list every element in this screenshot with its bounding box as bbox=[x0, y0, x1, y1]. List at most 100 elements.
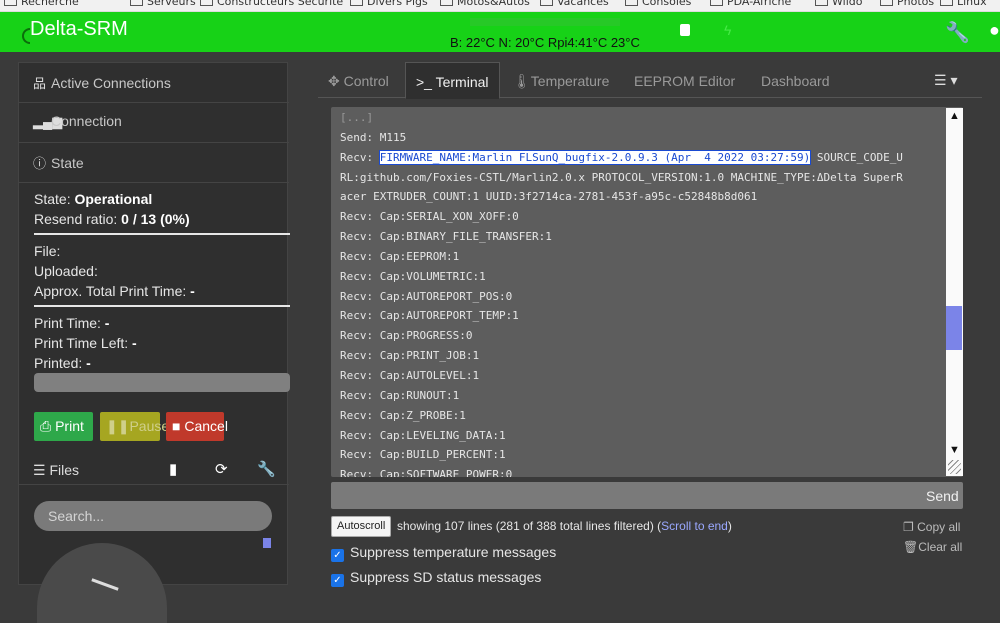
pause-icon: ❚❚ bbox=[106, 418, 130, 434]
brand-logo-icon bbox=[22, 28, 30, 44]
sidebar-item-state[interactable]: ⓘ State bbox=[19, 143, 289, 183]
files-search-input[interactable] bbox=[34, 501, 272, 531]
bookmark-item[interactable]: Divers Pigs bbox=[350, 0, 428, 8]
tab-terminal[interactable]: >_ Terminal bbox=[405, 62, 500, 99]
terminal-line-rest: SOURCE_CODE_U bbox=[810, 150, 903, 164]
approx-time-row: Approx. Total Print Time: - bbox=[34, 283, 195, 299]
terminal-line: Recv: Cap:BUILD_PERCENT:1 bbox=[340, 448, 506, 462]
terminal-line: Recv: Cap:PRINT_JOB:1 bbox=[340, 349, 480, 363]
sidebar-item-active-connections[interactable]: 品 Active Connections bbox=[19, 63, 289, 103]
trash-icon: 🗑 bbox=[903, 540, 919, 554]
tab-label: Control bbox=[343, 73, 389, 89]
terminal-line: [...] bbox=[340, 111, 374, 124]
clear-all-link[interactable]: 🗑Clear all bbox=[903, 540, 962, 554]
command-input[interactable] bbox=[331, 482, 963, 509]
print-icon: ⎙ bbox=[40, 418, 52, 434]
bookmark-item[interactable]: Constructeurs Sécurité bbox=[200, 0, 343, 8]
terminal-icon: >_ bbox=[416, 74, 432, 90]
printed-row: Printed: - bbox=[34, 355, 91, 371]
terminal-line: Recv: Cap:PROGRESS:0 bbox=[340, 329, 473, 343]
bookmark-item[interactable]: Vacances bbox=[540, 0, 609, 8]
bookmark-item[interactable]: Photos bbox=[880, 0, 934, 8]
settings-wrench-icon[interactable]: 🔧 bbox=[945, 20, 970, 45]
tab-label: EEPROM Editor bbox=[634, 73, 736, 89]
bookmark-item[interactable]: PDA-Afriche bbox=[710, 0, 791, 8]
terminal-line: Send: M115 bbox=[340, 130, 407, 144]
sd-card-icon[interactable]: ▮ bbox=[169, 460, 177, 478]
resend-row: Resend ratio: 0 / 13 (0%) bbox=[34, 211, 190, 227]
print-time-left-label: Print Time Left: bbox=[34, 335, 129, 351]
state-value: Operational bbox=[74, 191, 153, 207]
terminal-line: Recv: FIRMWARE_NAME:Marlin FLSunQ_bugfix… bbox=[340, 148, 945, 168]
bookmark-item[interactable]: Serveurs bbox=[130, 0, 196, 8]
checkbox-checked-icon[interactable]: ✓ bbox=[331, 574, 344, 587]
info-circle-icon: ⓘ bbox=[33, 156, 47, 171]
sidebar-item-label: Active Connections bbox=[51, 75, 171, 91]
bookmark-item[interactable]: Motos&Autos bbox=[440, 0, 530, 8]
print-button[interactable]: ⎙ Print bbox=[34, 412, 93, 441]
cancel-button-label: Cancel bbox=[184, 418, 228, 434]
files-title[interactable]: ☰ Files bbox=[33, 462, 79, 479]
tab-temperature[interactable]: 🌡Temperature bbox=[503, 62, 619, 99]
files-header: ☰ Files ▮ ⟳ 🔧 bbox=[19, 453, 289, 485]
print-time-row: Print Time: - bbox=[34, 315, 109, 331]
scrollbar-thumb[interactable] bbox=[946, 306, 962, 350]
print-time-left-row: Print Time Left: - bbox=[34, 335, 137, 351]
sitemap-icon: 品 bbox=[33, 76, 47, 91]
bookmarks-bar: Recherche Serveurs Constructeurs Sécurit… bbox=[0, 0, 1000, 12]
bookmark-item[interactable]: Consoles bbox=[625, 0, 691, 8]
print-time-left-value: - bbox=[132, 335, 137, 351]
terminal-line-prefix: Recv: bbox=[340, 150, 380, 164]
lines-status-end: ) bbox=[727, 519, 732, 533]
terminal-output[interactable]: [...] Send: M115 Recv: FIRMWARE_NAME:Marli… bbox=[331, 107, 963, 477]
scroll-down-icon[interactable]: ▼ bbox=[946, 444, 963, 456]
user-icon[interactable]: ● bbox=[989, 20, 1000, 41]
arrows-icon: ✥ bbox=[328, 73, 340, 89]
print-time-value: - bbox=[104, 315, 110, 331]
sidebar: 品 Active Connections ▂▄▆Connection ⓘ State… bbox=[18, 62, 290, 623]
pause-button[interactable]: ❚❚Pause bbox=[100, 412, 169, 441]
suppress-sd-checkbox[interactable]: ✓ Suppress SD status messages bbox=[331, 569, 541, 587]
resend-label: Resend ratio: bbox=[34, 211, 118, 227]
bookmark-item[interactable]: Linux bbox=[940, 0, 987, 8]
pause-button-label: Pause bbox=[129, 418, 170, 434]
copy-icon: ❐ bbox=[903, 520, 914, 534]
terminal-line: Recv: Cap:AUTOREPORT_TEMP:1 bbox=[340, 309, 519, 323]
approx-time-label: Approx. Total Print Time: bbox=[34, 283, 187, 299]
brand-title[interactable]: Delta-SRM bbox=[30, 18, 128, 41]
tab-eeprom-editor[interactable]: EEPROM Editor bbox=[624, 62, 745, 99]
send-button[interactable]: Send bbox=[926, 488, 959, 504]
state-label: State: bbox=[34, 191, 71, 207]
sidebar-item-connection[interactable]: ▂▄▆Connection bbox=[19, 103, 289, 143]
scroll-up-icon[interactable]: ▲ bbox=[946, 110, 963, 122]
scroll-to-end-link[interactable]: Scroll to end bbox=[661, 519, 728, 533]
sidebar-item-label: Connection bbox=[51, 113, 122, 129]
clear-all-label: Clear all bbox=[918, 540, 963, 554]
wrench-icon[interactable]: 🔧 bbox=[257, 460, 276, 478]
printed-value: - bbox=[86, 355, 91, 371]
resize-handle-icon[interactable] bbox=[948, 460, 961, 474]
bookmark-item[interactable]: Recherche bbox=[4, 0, 79, 8]
terminal-line: Recv: Cap:AUTOREPORT_POS:0 bbox=[340, 289, 513, 303]
tab-control[interactable]: ✥ Control bbox=[318, 62, 399, 99]
raspberry-pi-icon bbox=[680, 24, 690, 36]
selected-text[interactable]: FIRMWARE_NAME:Marlin FLSunQ_bugfix-2.0.9… bbox=[378, 149, 812, 165]
bookmark-item[interactable]: Wiido bbox=[815, 0, 862, 8]
refresh-icon[interactable]: ⟳ bbox=[215, 460, 228, 478]
checkbox-checked-icon[interactable]: ✓ bbox=[331, 549, 344, 562]
terminal-line: Recv: Cap:SOFTWARE_POWER:0 bbox=[340, 468, 513, 477]
list-icon: ☰ bbox=[33, 462, 46, 478]
resend-value: 0 / 13 (0%) bbox=[121, 211, 190, 227]
terminal-scrollbar[interactable]: ▲ ▼ bbox=[946, 108, 963, 476]
cancel-button[interactable]: ■ Cancel bbox=[166, 412, 228, 441]
files-label: Files bbox=[49, 462, 80, 478]
tab-dashboard[interactable]: Dashboard bbox=[751, 62, 840, 99]
copy-all-link[interactable]: ❐ Copy all bbox=[903, 520, 960, 534]
terminal-line: acer EXTRUDER_COUNT:1 UUID:3f2714ca-2781… bbox=[340, 190, 758, 204]
suppress-temperature-checkbox[interactable]: ✓ Suppress temperature messages bbox=[331, 544, 556, 562]
autoscroll-button[interactable]: Autoscroll bbox=[331, 516, 392, 537]
file-label: File: bbox=[34, 243, 61, 259]
files-scroll-indicator bbox=[263, 538, 271, 548]
temperature-readout: B: 22°C N: 20°C Rpi4:41°C 23°C bbox=[450, 35, 640, 50]
tab-more-menu-icon[interactable]: ☰ ▾ bbox=[934, 72, 957, 89]
